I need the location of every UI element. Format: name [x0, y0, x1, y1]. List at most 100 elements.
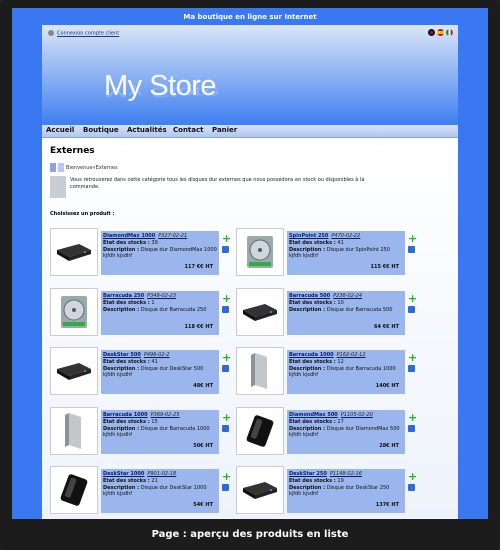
- product-info: SpinPoint 250 P470-02-22 Etat des stocks :…: [287, 231, 405, 275]
- product-description: Description : Disque dur DeskStar 1000 k…: [103, 485, 217, 497]
- product-card: DeskStar 1000 P901-02-18 Etat des stocks :…: [50, 466, 235, 514]
- add-icon[interactable]: +: [222, 233, 231, 244]
- category-image: [50, 176, 66, 198]
- stock-value: 1: [151, 300, 155, 306]
- add-icon[interactable]: +: [222, 471, 231, 482]
- nav-item-panier[interactable]: Panier: [212, 126, 237, 134]
- flag-it-icon[interactable]: [446, 29, 453, 36]
- product-card: DeskStar 250 P1148-02-16 Etat des stocks :…: [236, 466, 421, 514]
- nav-item-accueil[interactable]: Accueil: [46, 126, 74, 134]
- stock-label: Etat des stocks :: [103, 300, 150, 306]
- stock-label: Etat des stocks :: [103, 478, 150, 484]
- stock-value: 10: [337, 300, 344, 306]
- folder-icon: [50, 163, 56, 172]
- product-stock: Etat des stocks : 19: [289, 478, 344, 484]
- store-logo-reflection: My Store: [104, 84, 221, 100]
- product-card: Barracuda 1000 P162-02-12 Etat des stocks …: [236, 347, 421, 395]
- cart-icon[interactable]: [408, 484, 415, 491]
- add-icon[interactable]: +: [222, 352, 231, 363]
- flag-uk-icon[interactable]: [428, 29, 435, 36]
- product-name-link[interactable]: DeskStar 1000 P901-02-18: [103, 471, 176, 477]
- product-image[interactable]: [236, 407, 284, 455]
- stock-label: Etat des stocks :: [289, 240, 336, 246]
- stock-label: Etat des stocks :: [289, 419, 336, 425]
- breadcrumb-text[interactable]: Bienvenue»Externes: [66, 165, 118, 171]
- stock-label: Etat des stocks :: [103, 240, 150, 246]
- nav-item-actualites[interactable]: Actualités: [127, 126, 167, 134]
- add-icon[interactable]: +: [222, 293, 231, 304]
- add-icon[interactable]: +: [408, 471, 417, 482]
- product-ref: P470-02-22: [331, 233, 361, 239]
- product-stock: Etat des stocks : 39: [103, 240, 158, 246]
- flag-es-icon[interactable]: [437, 29, 444, 36]
- product-name: SpinPoint 250: [289, 233, 329, 239]
- user-icon: [48, 30, 54, 36]
- add-icon[interactable]: +: [408, 352, 417, 363]
- cart-icon[interactable]: [222, 246, 229, 253]
- product-name: Barracuda 500: [289, 293, 331, 299]
- add-icon[interactable]: +: [408, 412, 417, 423]
- product-name-link[interactable]: SpinPoint 250 P470-02-22: [289, 233, 360, 239]
- product-name-link[interactable]: DiamondMax 500 P1105-02-20: [289, 412, 373, 418]
- nav-item-contact[interactable]: Contact: [173, 126, 204, 134]
- cart-icon[interactable]: [408, 246, 415, 253]
- cart-icon[interactable]: [222, 306, 229, 313]
- add-icon[interactable]: +: [222, 412, 231, 423]
- product-ref: P162-02-12: [336, 352, 366, 358]
- product-info: Barracuda 500 P238-02-24 Etat des stocks :…: [287, 291, 405, 335]
- cart-icon[interactable]: [408, 425, 415, 432]
- product-image[interactable]: [50, 288, 98, 336]
- product-name-link[interactable]: Barracuda 250 P349-02-23: [103, 293, 176, 299]
- product-image[interactable]: [50, 466, 98, 514]
- product-name-link[interactable]: Barracuda 1000 P162-02-12: [289, 352, 366, 358]
- product-image[interactable]: [50, 347, 98, 395]
- nav-item-boutique[interactable]: Boutique: [83, 126, 119, 134]
- add-icon[interactable]: +: [408, 233, 417, 244]
- cart-icon[interactable]: [408, 365, 415, 372]
- stock-label: Etat des stocks :: [289, 359, 336, 365]
- product-name-link[interactable]: Barracuda 1000 P369-02-25: [103, 412, 180, 418]
- breadcrumb: Bienvenue»Externes: [50, 163, 118, 172]
- product-stock: Etat des stocks : 27: [289, 419, 344, 425]
- add-icon[interactable]: +: [408, 293, 417, 304]
- product-name-link[interactable]: DeskStar 250 P1148-02-16: [289, 471, 362, 477]
- screenshot-frame: Ma boutique en ligne sur Internet Connex…: [0, 0, 500, 550]
- product-stock: Etat des stocks : 10: [289, 300, 344, 306]
- stock-label: Etat des stocks :: [103, 359, 150, 365]
- product-stock: Etat des stocks : 21: [103, 478, 158, 484]
- product-stock: Etat des stocks : 41: [289, 240, 344, 246]
- product-image[interactable]: [50, 228, 98, 276]
- page-title: Externes: [50, 146, 95, 156]
- product-name-link[interactable]: DeskStar 500 P496-02-2: [103, 352, 170, 358]
- description-value: Disque dur Barracuda 500: [326, 307, 393, 313]
- product-description: Description : Disque dur DeskStar 500 kj…: [103, 366, 217, 378]
- product-name-link[interactable]: Barracuda 500 P238-02-24: [289, 293, 362, 299]
- product-stock: Etat des stocks : 1: [103, 300, 155, 306]
- product-description: Description : Disque dur Barracuda 500: [289, 307, 403, 319]
- product-name: Barracuda 1000: [289, 352, 334, 358]
- login-link[interactable]: Connexion compte client: [48, 30, 119, 37]
- product-description: Description : Disque dur Barracuda 1000 …: [103, 426, 217, 438]
- product-price: 48€ HT: [193, 383, 213, 389]
- product-image[interactable]: [50, 407, 98, 455]
- product-name: DiamondMax 500: [289, 412, 338, 418]
- cart-icon[interactable]: [408, 306, 415, 313]
- stock-value: 12: [337, 359, 344, 365]
- cart-icon[interactable]: [222, 365, 229, 372]
- choose-product-label: Choisissez un produit :: [50, 211, 115, 217]
- product-image[interactable]: [236, 466, 284, 514]
- product-card: SpinPoint 250 P470-02-22 Etat des stocks :…: [236, 228, 421, 276]
- product-card: DiamondMax 500 P1105-02-20 Etat des stocks…: [236, 407, 421, 455]
- product-ref: P901-02-18: [147, 471, 177, 477]
- cart-icon[interactable]: [222, 425, 229, 432]
- product-price: 115 €€ HT: [370, 264, 399, 270]
- cart-icon[interactable]: [222, 484, 229, 491]
- product-image[interactable]: [236, 228, 284, 276]
- description-value: Disque dur Barracuda 250: [140, 307, 207, 313]
- product-name: Barracuda 250: [103, 293, 145, 299]
- stock-value: 21: [151, 478, 158, 484]
- folder-icon: [58, 163, 64, 172]
- product-image[interactable]: [236, 347, 284, 395]
- product-name-link[interactable]: DiamondMax 1000 P327-02-21: [103, 233, 187, 239]
- product-image[interactable]: [236, 288, 284, 336]
